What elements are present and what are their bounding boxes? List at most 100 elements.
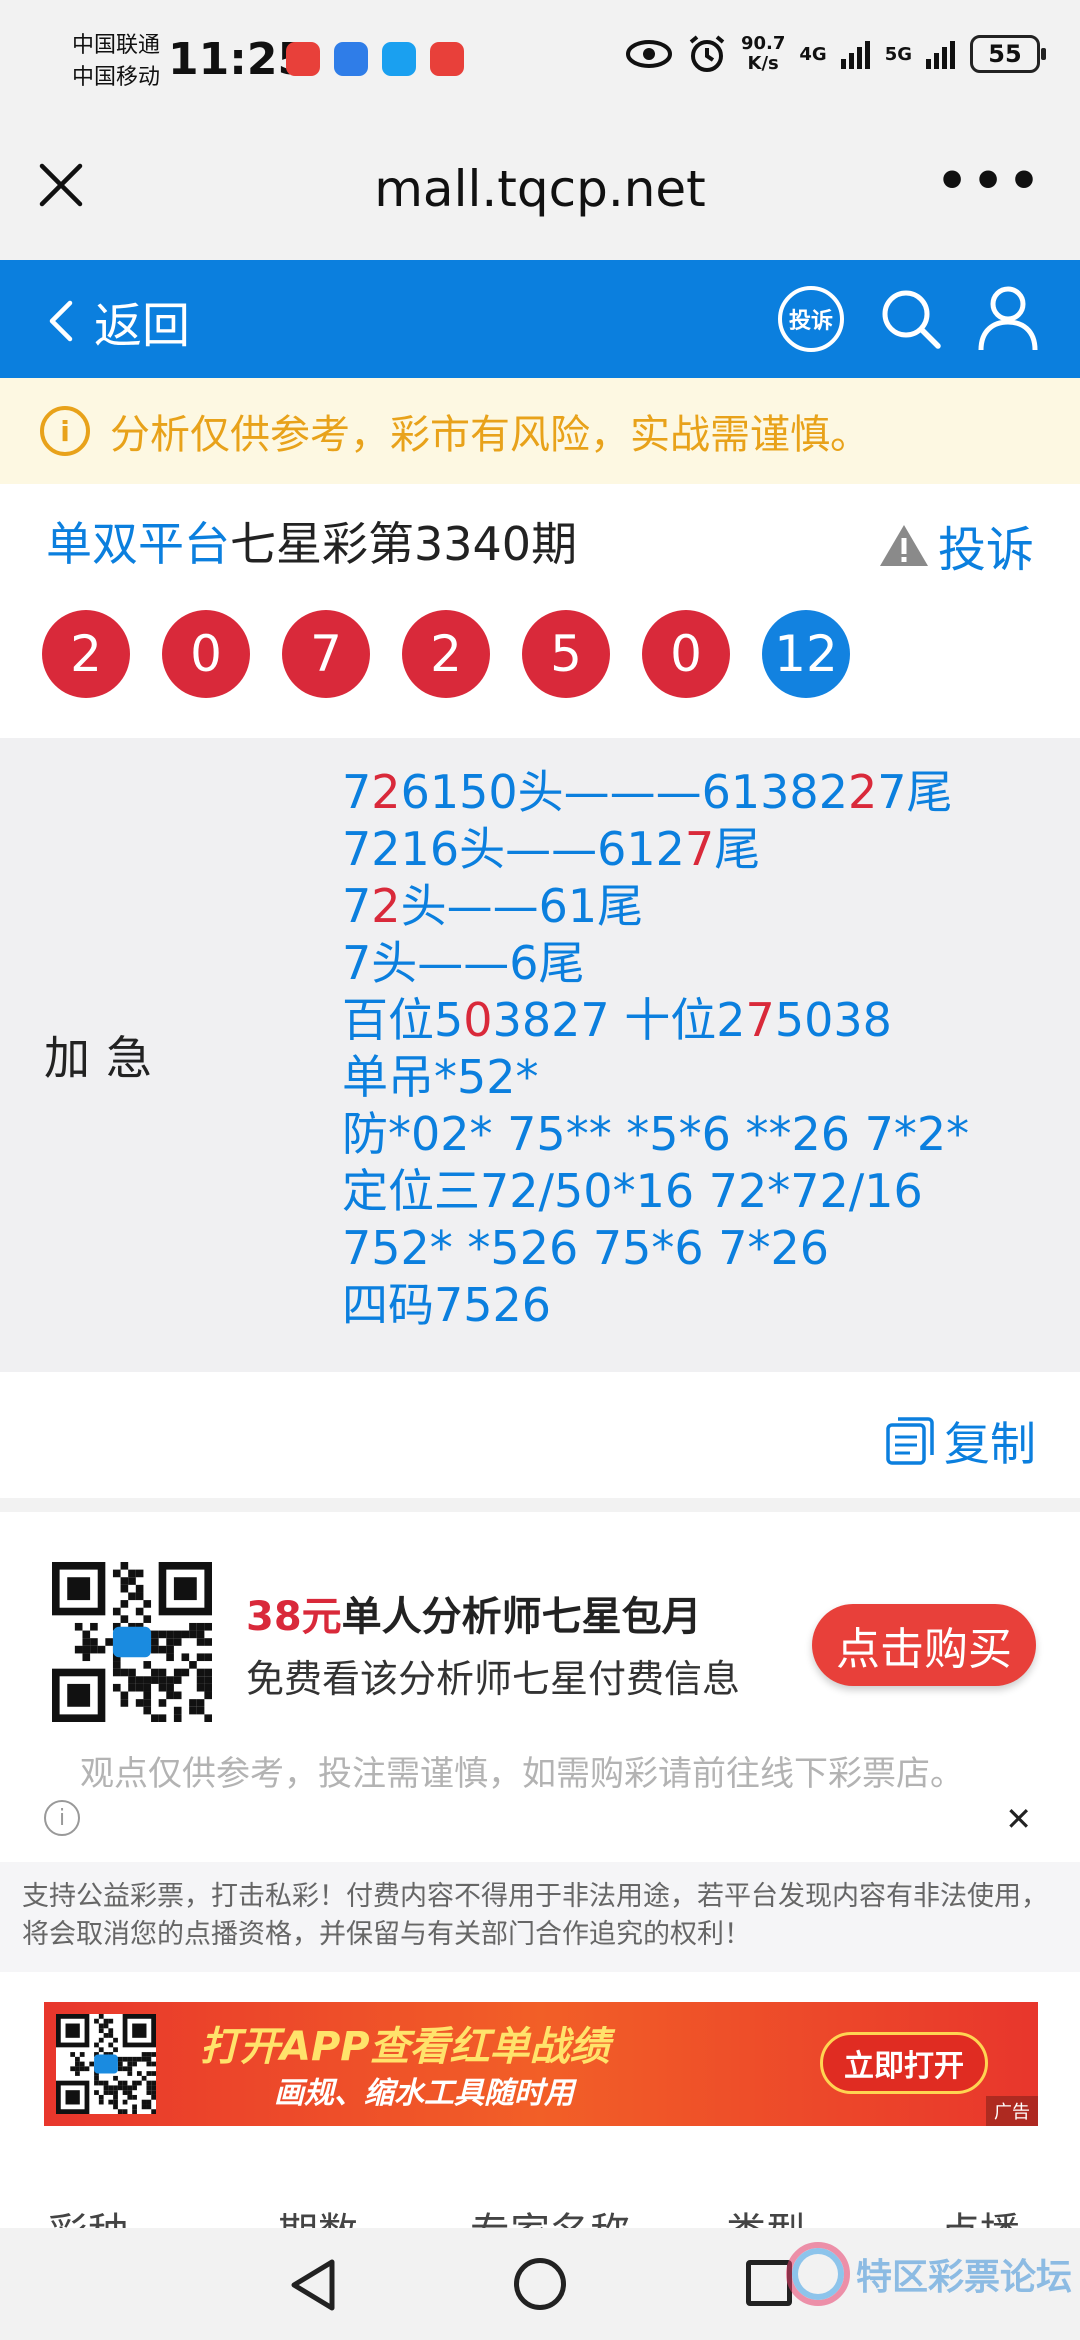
highlight-digit: 0 <box>463 993 493 1047</box>
copy-label: 复制 <box>944 1417 1036 1471</box>
info-icon: i <box>40 406 90 456</box>
more-menu-button[interactable]: ••• <box>936 152 1044 210</box>
analysis-text: 四码7526 <box>342 1278 552 1332</box>
analysis-line: 四码7526 <box>342 1277 969 1334</box>
close-icon[interactable]: ✕ <box>1005 1800 1032 1838</box>
nav-back-icon[interactable] <box>288 2258 338 2312</box>
highlight-digit: 2 <box>847 765 878 819</box>
analysis-text: 752* *526 75*6 7*26 <box>342 1221 830 1275</box>
network-type-2: 5G <box>884 43 912 65</box>
report-label: 投诉 <box>937 522 1034 578</box>
result-ball: 7 <box>282 610 370 698</box>
system-nav-bar: 特区彩票论坛 <box>0 2228 1080 2340</box>
alarm-icon <box>689 35 725 72</box>
net-speed-value: 90.7 <box>740 33 786 54</box>
url-display[interactable]: mall.tqcp.net <box>0 160 1080 218</box>
product-name: 单人分析师七星包月 <box>341 1594 702 1640</box>
column-header: 点播 <box>940 2200 1020 2228</box>
issue-title: 七星彩第3340期 <box>230 517 578 571</box>
risk-notice: i 分析仅供参考，彩市有风险，实战需谨慎。 <box>0 378 1080 484</box>
result-ball: 0 <box>162 610 250 698</box>
table-header: 彩种 期数 专家名称 类型 点播 <box>0 2192 1080 2228</box>
network-type-1: 4G <box>799 43 827 65</box>
search-icon[interactable] <box>878 286 942 350</box>
complaint-button[interactable]: 投诉 <box>778 286 844 352</box>
watermark-text: 特区彩票论坛 <box>855 2257 1072 2298</box>
highlight-digit: 2 <box>371 879 401 933</box>
analysis-text: 单吊*52* <box>342 1050 539 1104</box>
highlight-digit: 7 <box>684 822 715 876</box>
system-icons: 90.7 K/s 4G 5G 55 <box>625 34 1046 74</box>
ad-tag: 广告 <box>986 2096 1038 2126</box>
analysis-line: 7头——6尾 <box>342 935 969 992</box>
column-header: 彩种 <box>48 2200 128 2228</box>
analysis-line: 防*02* 75** *5*6 **26 7*2* <box>342 1106 969 1163</box>
back-button[interactable]: 返回 <box>48 286 190 356</box>
chevron-left-icon <box>49 300 73 342</box>
analysis-text: 3827 十位2 <box>492 993 746 1047</box>
banner-subline: 画规、缩水工具随时用 <box>274 2076 574 2111</box>
status-bar: 中国联通 中国移动 11:25 90.7 K/s 4G 5G 55 <box>0 0 1080 120</box>
analysis-text: 7尾 <box>877 765 953 819</box>
analysis-text: 7头——6尾 <box>342 936 585 990</box>
result-ball: 2 <box>402 610 490 698</box>
qr-code <box>52 1562 212 1722</box>
signal-icon <box>840 41 870 69</box>
analysis-text: 1 <box>400 822 430 876</box>
product-subtitle: 免费看该分析师七星付费信息 <box>246 1657 741 1701</box>
analysis-line: 百位503827 十位275038 <box>342 992 969 1049</box>
result-ball: 0 <box>642 610 730 698</box>
analysis-line: 定位三72/50*16 72*72/16 <box>342 1163 969 1220</box>
browser-bar: mall.tqcp.net ••• <box>0 120 1080 260</box>
analysis-line: 752* *526 75*6 7*26 <box>342 1220 969 1277</box>
analysis-panel: 加急 726150头———6138227尾 7216头——6127尾 72头——61… <box>0 738 1080 1372</box>
platform-name[interactable]: 单双平台 <box>46 517 230 571</box>
net-speed: 90.7 K/s <box>741 34 785 74</box>
qr-code <box>56 2014 156 2114</box>
page-title: 单双平台七星彩第3340期 <box>46 508 577 574</box>
carrier-2: 中国移动 <box>72 65 161 90</box>
column-header: 期数 <box>278 2200 358 2228</box>
analysis-text: 头——61尾 <box>400 879 644 933</box>
info-icon[interactable]: i <box>44 1800 80 1836</box>
analysis-line: 72头——61尾 <box>342 878 969 935</box>
analysis-text: 6150头———61382 <box>400 765 848 819</box>
message-icon <box>382 42 416 76</box>
huawei-app-icon <box>286 42 320 76</box>
forum-watermark: 特区彩票论坛 <box>785 2242 1072 2306</box>
product-title: 38元单人分析师七星包月 <box>246 1584 702 1642</box>
special-ball: 12 <box>762 610 850 698</box>
analysis-lines: 726150头———6138227尾 7216头——6127尾 72头——61尾 7头… <box>342 764 969 1334</box>
app-icon <box>334 42 368 76</box>
legal-notice: 支持公益彩票，打击私彩！付费内容不得用于非法用途，若平台发现内容有非法使用，将会… <box>0 1862 1080 1972</box>
analysis-line: 726150头———6138227尾 <box>342 764 969 821</box>
column-header: 专家名称 <box>470 2200 630 2228</box>
eye-icon <box>625 40 672 68</box>
analysis-text: 百位5 <box>342 993 464 1047</box>
highlight-digit: 7 <box>745 993 775 1047</box>
analysis-text: 防*02* 75** *5*6 **26 7*2* <box>342 1107 970 1161</box>
analysis-text: 7 <box>342 765 372 819</box>
notification-icons <box>286 42 464 76</box>
analysis-text: 尾 <box>714 822 761 876</box>
app-banner-ad[interactable]: 打开APP查看红单战绩 画规、缩水工具随时用 立即打开 广告 <box>44 2002 1038 2126</box>
analysis-text: 7 <box>342 879 372 933</box>
column-header: 类型 <box>726 2200 806 2228</box>
copy-button[interactable]: 复制 <box>884 1408 1036 1474</box>
net-speed-unit: K/s <box>747 53 779 74</box>
report-button[interactable]: 投诉 <box>878 510 1034 580</box>
huawei-app-icon <box>430 42 464 76</box>
disclaimer-text: 观点仅供参考，投注需谨慎，如需购彩请前往线下彩票店。 <box>80 1754 964 1794</box>
draw-result-balls: 2 0 7 2 5 0 12 <box>42 610 850 698</box>
buy-button[interactable]: 点击购买 <box>812 1604 1036 1686</box>
analysis-label: 加急 <box>44 1031 168 1085</box>
result-ball: 5 <box>522 610 610 698</box>
signal-icon <box>926 41 955 69</box>
highlight-digit: 2 <box>371 765 401 819</box>
carrier-info: 中国联通 中国移动 <box>72 30 160 94</box>
analysis-line: 7216头——6127尾 <box>342 821 969 878</box>
open-app-button[interactable]: 立即打开 <box>820 2032 988 2094</box>
section-divider <box>0 1498 1080 1512</box>
nav-home-icon[interactable] <box>514 2258 566 2310</box>
user-icon[interactable] <box>976 284 1040 352</box>
